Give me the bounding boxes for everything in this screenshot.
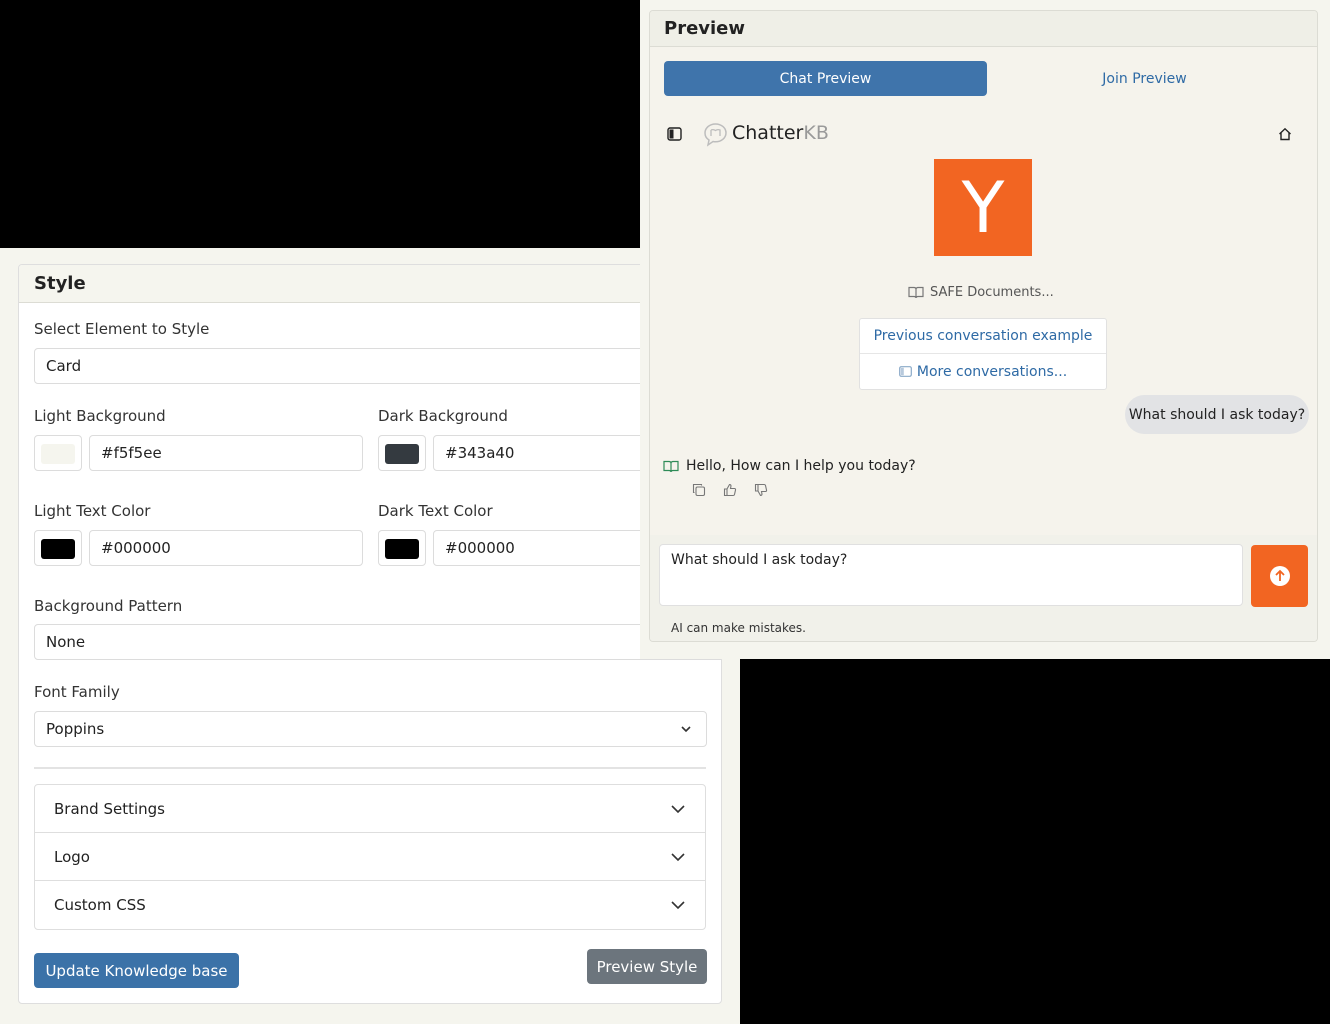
light-background-input[interactable]: #f5f5ee [89,435,363,471]
update-knowledge-base-button[interactable]: Update Knowledge base [34,953,239,988]
light-text-color-picker[interactable] [34,530,82,566]
style-panel-area: Style Select Element to Style Card Light… [0,248,740,1024]
section-divider [34,767,706,769]
font-family-value: Poppins [46,720,105,738]
font-family-dropdown[interactable]: Poppins [34,711,707,747]
light-text-color-value: #000000 [101,539,171,557]
background-pattern-label: Background Pattern [34,597,183,615]
send-button[interactable] [1251,545,1308,607]
tab-join-preview[interactable]: Join Preview [987,61,1302,96]
light-background-value: #f5f5ee [101,444,162,462]
accordion-custom-css[interactable]: Custom CSS [35,881,705,929]
dark-text-color-value: #000000 [445,539,515,557]
brand-name-suffix: KB [803,122,829,144]
select-element-label: Select Element to Style [34,320,210,338]
more-conversations-link[interactable]: More conversations... [860,354,1106,389]
knowledge-base-name: SAFE Documents... [908,285,1054,300]
sidebar-toggle-icon[interactable] [667,127,682,141]
previous-conversation-link[interactable]: Previous conversation example [860,319,1106,354]
dark-background-value: #343a40 [445,444,515,462]
bot-message-text: Hello, How can I help you today? [686,458,916,474]
thumbs-down-icon[interactable] [754,483,768,497]
bot-message-actions [692,483,768,497]
home-icon[interactable] [1278,127,1292,141]
chevron-down-icon [671,805,685,814]
font-family-label: Font Family [34,683,120,701]
light-text-color-swatch [41,539,75,559]
book-icon [663,460,679,472]
select-element-dropdown[interactable]: Card [34,348,721,384]
style-card-title: Style [19,265,721,303]
light-text-color-input[interactable]: #000000 [89,530,363,566]
arrow-up-circle-icon [1269,566,1290,586]
light-background-color-picker[interactable] [34,435,82,471]
knowledge-base-logo: Y [934,159,1032,256]
style-card: Style Select Element to Style Card Light… [18,264,722,1004]
preview-style-button[interactable]: Preview Style [587,949,707,984]
sidebar-panel-icon [898,366,912,377]
ai-disclaimer: AI can make mistakes. [671,621,806,635]
chat-input[interactable]: What should I ask today? [659,544,1243,606]
accordion-brand-settings-label: Brand Settings [54,799,165,818]
accordion-logo[interactable]: Logo [35,833,705,881]
conversation-links: Previous conversation example More conve… [859,318,1107,390]
settings-accordion: Brand Settings Logo Custom CSS [34,784,706,930]
dark-background-swatch [385,444,419,464]
dark-text-color-picker[interactable] [378,530,426,566]
accordion-brand-settings[interactable]: Brand Settings [35,785,705,833]
book-icon [908,286,924,299]
light-background-label: Light Background [34,407,166,425]
chat-bubble-logo-icon [704,123,727,147]
background-pattern-value: None [46,633,86,651]
background-pattern-dropdown[interactable]: None [34,624,721,660]
chevron-down-icon [671,901,685,910]
previous-conversation-label: Previous conversation example [873,328,1093,344]
thumbs-up-icon[interactable] [723,483,737,497]
brand-name-main: Chatter [732,122,804,144]
accordion-logo-label: Logo [54,847,90,866]
more-conversations-label: More conversations... [916,363,1068,380]
accordion-custom-css-label: Custom CSS [54,896,146,914]
dark-background-label: Dark Background [378,407,508,425]
bot-message: Hello, How can I help you today? [663,458,916,474]
dark-text-color-label: Dark Text Color [378,502,493,520]
preview-card: Preview Chat Preview Join Preview Chatte… [649,10,1318,642]
user-message-bubble: What should I ask today? [1125,395,1309,434]
tab-chat-preview[interactable]: Chat Preview [664,61,987,96]
knowledge-base-name-text: SAFE Documents... [930,285,1054,300]
light-background-swatch [41,444,75,464]
copy-icon[interactable] [692,483,706,497]
chevron-down-icon [671,853,685,862]
chevron-down-icon [681,726,691,733]
light-text-color-label: Light Text Color [34,502,151,520]
preview-panel-area: Preview Chat Preview Join Preview Chatte… [640,0,1330,659]
preview-title: Preview [650,11,1317,47]
brand-name: ChatterKB [732,122,829,144]
dark-background-color-picker[interactable] [378,435,426,471]
select-element-value: Card [46,357,82,375]
chat-composer: What should I ask today? AI can make mis… [650,535,1317,641]
dark-text-color-swatch [385,539,419,559]
